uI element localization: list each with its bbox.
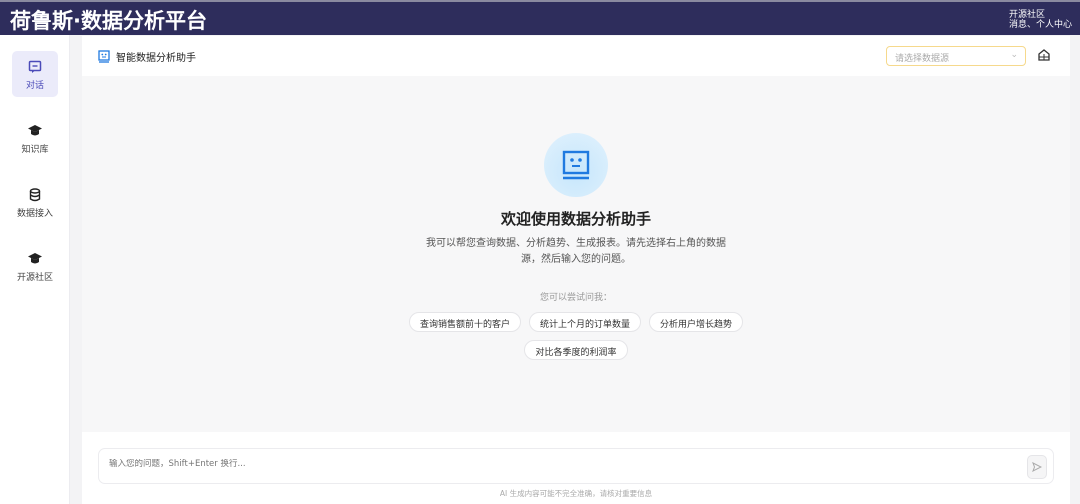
assistant-avatar	[544, 133, 608, 197]
sidebar-item-label: 开源社区	[16, 273, 53, 283]
sidebar-item-chat[interactable]: 对话	[12, 51, 58, 97]
sidebar-item-label: 对话	[25, 81, 44, 91]
user-center-link[interactable]: 消息、个人中心	[1009, 20, 1072, 30]
datasource-settings-icon[interactable]	[1038, 49, 1050, 61]
robot-icon	[562, 150, 590, 180]
database-icon	[29, 188, 41, 202]
message-input[interactable]	[109, 459, 1009, 469]
top-bar: 荷鲁斯·数据分析平台 开源社区 消息、个人中心	[0, 0, 1080, 35]
chat-icon	[28, 60, 42, 73]
graduation-cap-icon	[28, 125, 42, 136]
sidebar-item-community[interactable]: 开源社区	[12, 243, 58, 289]
brand-title: 荷鲁斯·数据分析平台	[10, 9, 207, 33]
datasource-select[interactable]: 请选择数据源 ⌄	[886, 46, 1026, 66]
sidebar-item-data-access[interactable]: 数据接入	[12, 179, 58, 225]
sidebar-item-knowledge-base[interactable]: 知识库	[12, 115, 58, 161]
assistant-title-text: 智能数据分析助手	[116, 53, 196, 64]
welcome-title: 欢迎使用数据分析助手	[500, 210, 651, 228]
suggestion-chip[interactable]: 对比各季度的利润率	[524, 340, 628, 360]
chevron-down-icon: ⌄	[1010, 50, 1018, 60]
robot-icon	[98, 50, 110, 63]
chat-panel: 智能数据分析助手 请选择数据源 ⌄ 欢迎使用数据分析助手 我可以帮您查询数据、分…	[82, 36, 1070, 504]
chat-header: 智能数据分析助手 请选择数据源 ⌄	[82, 36, 1070, 76]
assistant-title: 智能数据分析助手	[98, 49, 196, 64]
graduation-cap-icon	[28, 253, 42, 264]
send-button[interactable]	[1027, 455, 1047, 479]
suggestion-chip[interactable]: 查询销售额前十的客户	[408, 312, 521, 332]
suggestion-chip[interactable]: 统计上个月的订单数量	[528, 312, 641, 332]
community-link[interactable]: 开源社区	[1009, 10, 1072, 20]
try-label: 您可以尝试问我：	[539, 293, 612, 303]
datasource-placeholder: 请选择数据源	[895, 54, 950, 64]
top-links: 开源社区 消息、个人中心	[1009, 10, 1072, 30]
sidebar: 对话 知识库 数据接入 开源社区	[0, 35, 70, 504]
welcome-area: 欢迎使用数据分析助手 我可以帮您查询数据、分析趋势、生成报表。请先选择右上角的数…	[82, 76, 1070, 432]
message-composer	[98, 448, 1054, 484]
sidebar-item-label: 知识库	[21, 145, 49, 155]
sidebar-item-label: 数据接入	[16, 209, 53, 219]
suggestion-chip[interactable]: 分析用户增长趋势	[649, 312, 744, 332]
send-icon	[1032, 462, 1042, 472]
suggestion-list: 查询销售额前十的客户 统计上个月的订单数量 分析用户增长趋势 对比各季度的利润率	[382, 312, 770, 360]
disclaimer: AI 生成内容可能不完全准确，请核对重要信息	[499, 489, 653, 498]
welcome-description: 我可以帮您查询数据、分析趋势、生成报表。请先选择右上角的数据源，然后输入您的问题…	[426, 238, 726, 265]
